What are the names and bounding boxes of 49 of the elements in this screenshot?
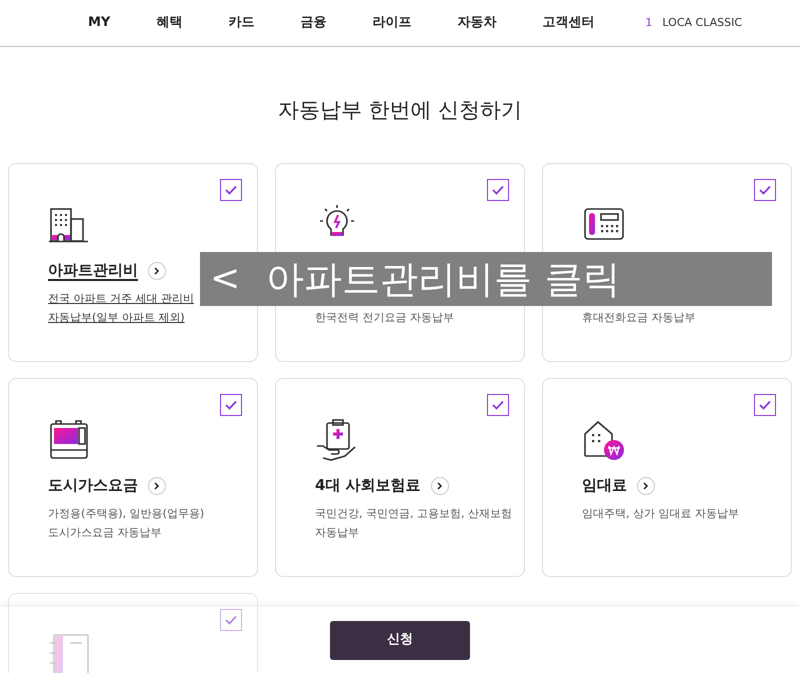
card-description: 자동납부(일부 아파트 제외) bbox=[48, 310, 186, 326]
nav-link[interactable]: 자동차 bbox=[457, 13, 496, 33]
notebook-icon bbox=[48, 633, 92, 673]
chevron-icon[interactable] bbox=[148, 477, 166, 495]
nav-link[interactable]: 라이프 bbox=[372, 13, 412, 33]
card-description: 가정용(주택용), 일반용(업무용) bbox=[48, 506, 206, 522]
check-icon bbox=[225, 185, 237, 195]
card-description: 전국 아파트 거주 세대 관리비 bbox=[48, 291, 195, 307]
card-title[interactable]: 도시가스요금 bbox=[48, 476, 138, 496]
card-title[interactable]: 아파트관리비 bbox=[48, 261, 138, 281]
checkbox[interactable] bbox=[220, 609, 242, 631]
house-coin-icon bbox=[582, 418, 626, 462]
account-link[interactable]: LOCA CLASSIC bbox=[662, 14, 742, 32]
check-icon bbox=[759, 400, 771, 410]
card-description: 도시가스요금 자동납부 bbox=[48, 525, 162, 541]
checkbox[interactable] bbox=[220, 179, 242, 201]
card-description: 국민건강, 국민연금, 고용보험, 산재보험 bbox=[315, 506, 513, 522]
notification-count: 1 bbox=[645, 14, 652, 31]
card-description: 휴대전화요금 자동납부 bbox=[582, 310, 696, 326]
checkbox[interactable] bbox=[487, 179, 509, 201]
card-title[interactable]: 4대 사회보험료 bbox=[315, 476, 421, 496]
nav-link[interactable]: 금융 bbox=[300, 13, 326, 33]
nav-link[interactable]: MY bbox=[88, 13, 110, 33]
nav-link[interactable]: 고객센터 bbox=[542, 13, 594, 33]
service-card[interactable]: 4대 사회보험료 국민건강, 국민연금, 고용보험, 산재보험 자동납부 bbox=[275, 378, 525, 577]
checkbox[interactable] bbox=[754, 394, 776, 416]
checkbox[interactable] bbox=[220, 394, 242, 416]
card-description: 임대주택, 상가 임대료 자동납부 bbox=[582, 506, 740, 522]
check-icon bbox=[492, 400, 504, 410]
chevron-icon[interactable] bbox=[148, 262, 166, 280]
checkbox[interactable] bbox=[487, 394, 509, 416]
checkbox[interactable] bbox=[754, 179, 776, 201]
check-icon bbox=[225, 615, 237, 625]
card-description: 자동납부 bbox=[315, 525, 360, 541]
check-icon bbox=[225, 400, 237, 410]
chevron-icon[interactable] bbox=[637, 477, 655, 495]
service-card[interactable]: 임대료 임대주택, 상가 임대료 자동납부 bbox=[542, 378, 792, 577]
submit-button[interactable]: 신청 bbox=[330, 620, 470, 660]
chevron-icon[interactable] bbox=[430, 477, 449, 495]
check-icon bbox=[492, 185, 504, 195]
caption-arrow: < bbox=[210, 261, 240, 297]
check-icon bbox=[759, 185, 771, 195]
caption-text: 아파트관리비를 클릭 bbox=[266, 260, 620, 298]
nav-link[interactable]: 카드 bbox=[228, 13, 254, 33]
nav-link[interactable]: 혜택 bbox=[156, 13, 182, 33]
card-title[interactable]: 임대료 bbox=[582, 476, 627, 496]
page-title: 자동납부 한번에 신청하기 bbox=[276, 97, 524, 124]
card-description: 한국전력 전기요금 자동납부 bbox=[315, 310, 455, 326]
service-card[interactable]: 도시가스요금 가정용(주택용), 일반용(업무용) 도시가스요금 자동납부 bbox=[8, 378, 258, 577]
